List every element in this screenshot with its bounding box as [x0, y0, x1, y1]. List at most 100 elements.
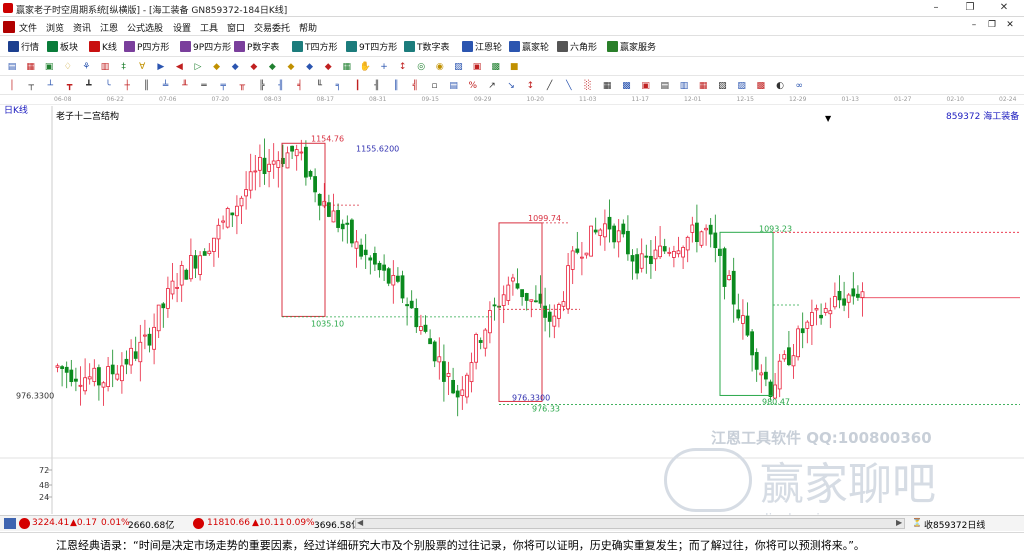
analysis-tool-37-icon[interactable]: ▧: [716, 80, 728, 92]
draw-tool-16-icon[interactable]: ◆: [304, 61, 316, 73]
analysis-tool-39-icon[interactable]: ▩: [755, 80, 767, 92]
draw-tool-27-icon[interactable]: ■: [508, 61, 520, 73]
analysis-tool-38-icon[interactable]: ▨: [736, 80, 748, 92]
analysis-tool-11-icon[interactable]: ╤: [217, 80, 229, 92]
draw-tool-19-icon[interactable]: ✋: [359, 61, 371, 73]
draw-tool-10-icon[interactable]: ▷: [192, 61, 204, 73]
draw-tool-2-icon[interactable]: ▣: [43, 61, 55, 73]
menu-trade[interactable]: 交易委托: [254, 21, 290, 34]
draw-tool-20-icon[interactable]: +: [378, 61, 390, 73]
analysis-tool-20-icon[interactable]: ║: [390, 80, 402, 92]
analysis-tool-35-icon[interactable]: ▥: [678, 80, 690, 92]
menu-browse[interactable]: 浏览: [46, 21, 64, 34]
analysis-tool-23-icon[interactable]: ▤: [448, 80, 460, 92]
menu-help[interactable]: 帮助: [299, 21, 317, 34]
toolbar-button-7[interactable]: 9T四方形: [346, 40, 397, 54]
toolbar-button-2[interactable]: K线: [89, 40, 117, 54]
analysis-tool-9-icon[interactable]: ╨: [179, 80, 191, 92]
draw-tool-6-icon[interactable]: ‡: [118, 61, 130, 73]
analysis-tool-27-icon[interactable]: ↕: [524, 80, 536, 92]
analysis-tool-16-icon[interactable]: ╙: [313, 80, 325, 92]
toolbar-button-12[interactable]: 赢家服务: [607, 40, 656, 54]
toolbar-button-5[interactable]: P数字表: [234, 40, 279, 54]
menu-formula-screen[interactable]: 公式选股: [127, 21, 163, 34]
draw-tool-9-icon[interactable]: ◀: [173, 61, 185, 73]
restore-button[interactable]: ❐: [954, 0, 986, 16]
draw-tool-4-icon[interactable]: ⚘: [80, 61, 92, 73]
menu-settings[interactable]: 设置: [173, 21, 191, 34]
draw-tool-15-icon[interactable]: ◆: [285, 61, 297, 73]
analysis-tool-36-icon[interactable]: ▦: [697, 80, 709, 92]
draw-tool-0-icon[interactable]: ▤: [6, 61, 18, 73]
toolbar-button-4[interactable]: 9P四方形: [180, 40, 231, 54]
draw-tool-13-icon[interactable]: ◆: [248, 61, 260, 73]
toolbar-button-11[interactable]: 六角形: [557, 40, 597, 54]
toolbar-button-1[interactable]: 板块: [47, 40, 78, 54]
ticker-toggle-icon[interactable]: [4, 518, 16, 529]
analysis-tool-33-icon[interactable]: ▣: [640, 80, 652, 92]
analysis-tool-21-icon[interactable]: ╣: [409, 80, 421, 92]
mdi-minimize-button[interactable]: –: [968, 20, 980, 34]
draw-tool-18-icon[interactable]: ▦: [341, 61, 353, 73]
draw-tool-14-icon[interactable]: ◆: [266, 61, 278, 73]
analysis-tool-12-icon[interactable]: ╥: [236, 80, 248, 92]
menu-news[interactable]: 资讯: [73, 21, 91, 34]
analysis-tool-31-icon[interactable]: ▦: [601, 80, 613, 92]
analysis-tool-32-icon[interactable]: ▩: [620, 80, 632, 92]
analysis-tool-40-icon[interactable]: ◐: [774, 80, 786, 92]
menu-tools[interactable]: 工具: [200, 21, 218, 34]
analysis-tool-41-icon[interactable]: ∞: [793, 80, 805, 92]
analysis-tool-34-icon[interactable]: ▤: [659, 80, 671, 92]
toolbar-button-8[interactable]: T数字表: [404, 40, 450, 54]
kline-chart[interactable]: 1154.76 1155.6200 1035.10 1099.74 976.3300 97…: [0, 106, 1024, 514]
analysis-tool-4-icon[interactable]: ┻: [83, 80, 95, 92]
draw-tool-11-icon[interactable]: ◆: [211, 61, 223, 73]
analysis-tool-22-icon[interactable]: ▫: [428, 80, 440, 92]
toolbar-button-10[interactable]: 赢家轮: [509, 40, 549, 54]
mdi-restore-button[interactable]: ❐: [986, 20, 998, 34]
draw-tool-17-icon[interactable]: ◆: [322, 61, 334, 73]
menu-gann[interactable]: 江恩: [100, 21, 118, 34]
analysis-tool-3-icon[interactable]: ┳: [64, 80, 76, 92]
analysis-tool-30-icon[interactable]: ░: [582, 80, 594, 92]
toolbar-button-9[interactable]: 江恩轮: [462, 40, 502, 54]
draw-tool-7-icon[interactable]: ∀: [136, 61, 148, 73]
analysis-tool-17-icon[interactable]: ╕: [332, 80, 344, 92]
analysis-tool-19-icon[interactable]: ╢: [371, 80, 383, 92]
minimize-button[interactable]: –: [920, 0, 952, 16]
analysis-tool-24-icon[interactable]: %: [467, 80, 479, 92]
analysis-tool-18-icon[interactable]: ┃: [352, 80, 364, 92]
close-button[interactable]: ✕: [988, 0, 1020, 16]
menu-file[interactable]: 文件: [19, 21, 37, 34]
analysis-tool-29-icon[interactable]: ╲: [563, 80, 575, 92]
analysis-tool-14-icon[interactable]: ╢: [275, 80, 287, 92]
scroll-right-icon[interactable]: ▶: [896, 518, 902, 527]
analysis-tool-6-icon[interactable]: ┼: [121, 80, 133, 92]
analysis-tool-2-icon[interactable]: ┴: [44, 80, 56, 92]
analysis-tool-5-icon[interactable]: ╰: [102, 80, 114, 92]
draw-tool-22-icon[interactable]: ◎: [415, 61, 427, 73]
draw-tool-1-icon[interactable]: ▦: [25, 61, 37, 73]
analysis-tool-28-icon[interactable]: ╱: [544, 80, 556, 92]
analysis-tool-8-icon[interactable]: ╧: [160, 80, 172, 92]
analysis-tool-15-icon[interactable]: ╡: [294, 80, 306, 92]
draw-tool-5-icon[interactable]: ▥: [99, 61, 111, 73]
menu-window[interactable]: 窗口: [227, 21, 245, 34]
toolbar-button-0[interactable]: 行情: [8, 40, 39, 54]
toolbar-button-3[interactable]: P四方形: [124, 40, 169, 54]
analysis-tool-0-icon[interactable]: │: [6, 80, 18, 92]
mdi-close-button[interactable]: ✕: [1004, 20, 1016, 34]
draw-tool-26-icon[interactable]: ▩: [490, 61, 502, 73]
analysis-tool-1-icon[interactable]: ┬: [25, 80, 37, 92]
horizontal-scrollbar[interactable]: [355, 518, 905, 529]
analysis-tool-26-icon[interactable]: ↘: [505, 80, 517, 92]
draw-tool-3-icon[interactable]: ♢: [62, 61, 74, 73]
scroll-left-icon[interactable]: ◀: [357, 518, 363, 527]
analysis-tool-25-icon[interactable]: ↗: [486, 80, 498, 92]
analysis-tool-10-icon[interactable]: ═: [198, 80, 210, 92]
draw-tool-21-icon[interactable]: ↕: [397, 61, 409, 73]
draw-tool-24-icon[interactable]: ▨: [452, 61, 464, 73]
draw-tool-23-icon[interactable]: ◉: [434, 61, 446, 73]
analysis-tool-7-icon[interactable]: ║: [140, 80, 152, 92]
draw-tool-12-icon[interactable]: ◆: [229, 61, 241, 73]
